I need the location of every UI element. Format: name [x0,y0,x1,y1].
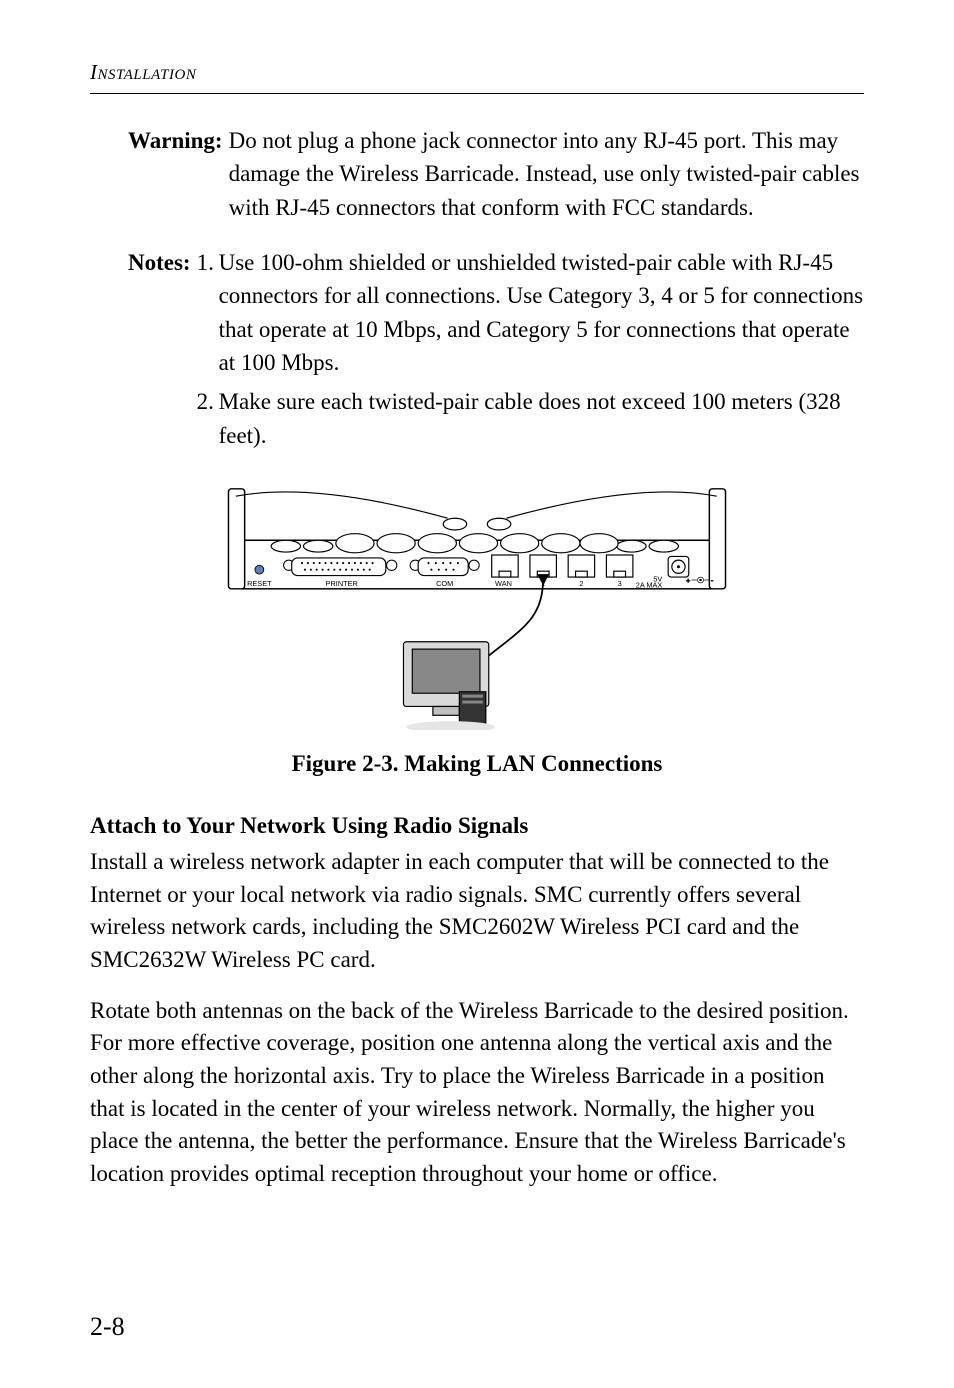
warning-text: Do not plug a phone jack connector into … [229,124,864,224]
running-head: Installation [90,60,864,85]
port-label-wan: WAN [495,579,512,588]
page: Installation Warning: Do not plug a phon… [0,0,954,1388]
port-label-2: 2 [579,579,583,588]
port-3 [606,555,632,577]
warning-block: Warning: Do not plug a phone jack connec… [128,124,864,224]
port-label-com: COM [436,579,453,588]
svg-text:+: + [686,576,690,585]
port-label-power-2: 2A MAX [636,580,663,589]
note-text: Make sure each twisted-pair cable does n… [219,385,864,452]
notes-body: 1. Use 100-ohm shielded or unshielded tw… [197,246,864,458]
port-label-3: 3 [618,579,622,588]
paragraph: Install a wireless network adapter in ea… [90,846,864,977]
figure-caption: Figure 2-3. Making LAN Connections [90,747,864,780]
port-1 [530,555,556,577]
port-label-printer: PRINTER [326,579,358,588]
header-rule [90,93,864,94]
figure: RESET PRINTER [90,480,864,739]
note-text: Use 100-ohm shielded or unshielded twist… [219,246,864,379]
port-2 [568,555,594,577]
computer-icon [403,642,494,730]
port-wan [492,555,518,577]
warning-label: Warning: [128,124,229,224]
note-number: 2. [197,385,219,452]
section-subhead: Attach to Your Network Using Radio Signa… [90,809,864,842]
notes-block: Notes: 1. Use 100-ohm shielded or unshie… [128,246,864,458]
note-item: 2. Make sure each twisted-pair cable doe… [197,385,864,452]
port-label-reset: RESET [247,579,272,588]
lan-connections-diagram: RESET PRINTER [177,480,777,730]
note-item: 1. Use 100-ohm shielded or unshielded tw… [197,246,864,379]
notes-label: Notes: [128,246,197,458]
note-number: 1. [197,246,219,379]
body-block: Warning: Do not plug a phone jack connec… [90,124,864,1191]
page-number: 2-8 [90,1312,125,1342]
paragraph: Rotate both antennas on the back of the … [90,995,864,1191]
